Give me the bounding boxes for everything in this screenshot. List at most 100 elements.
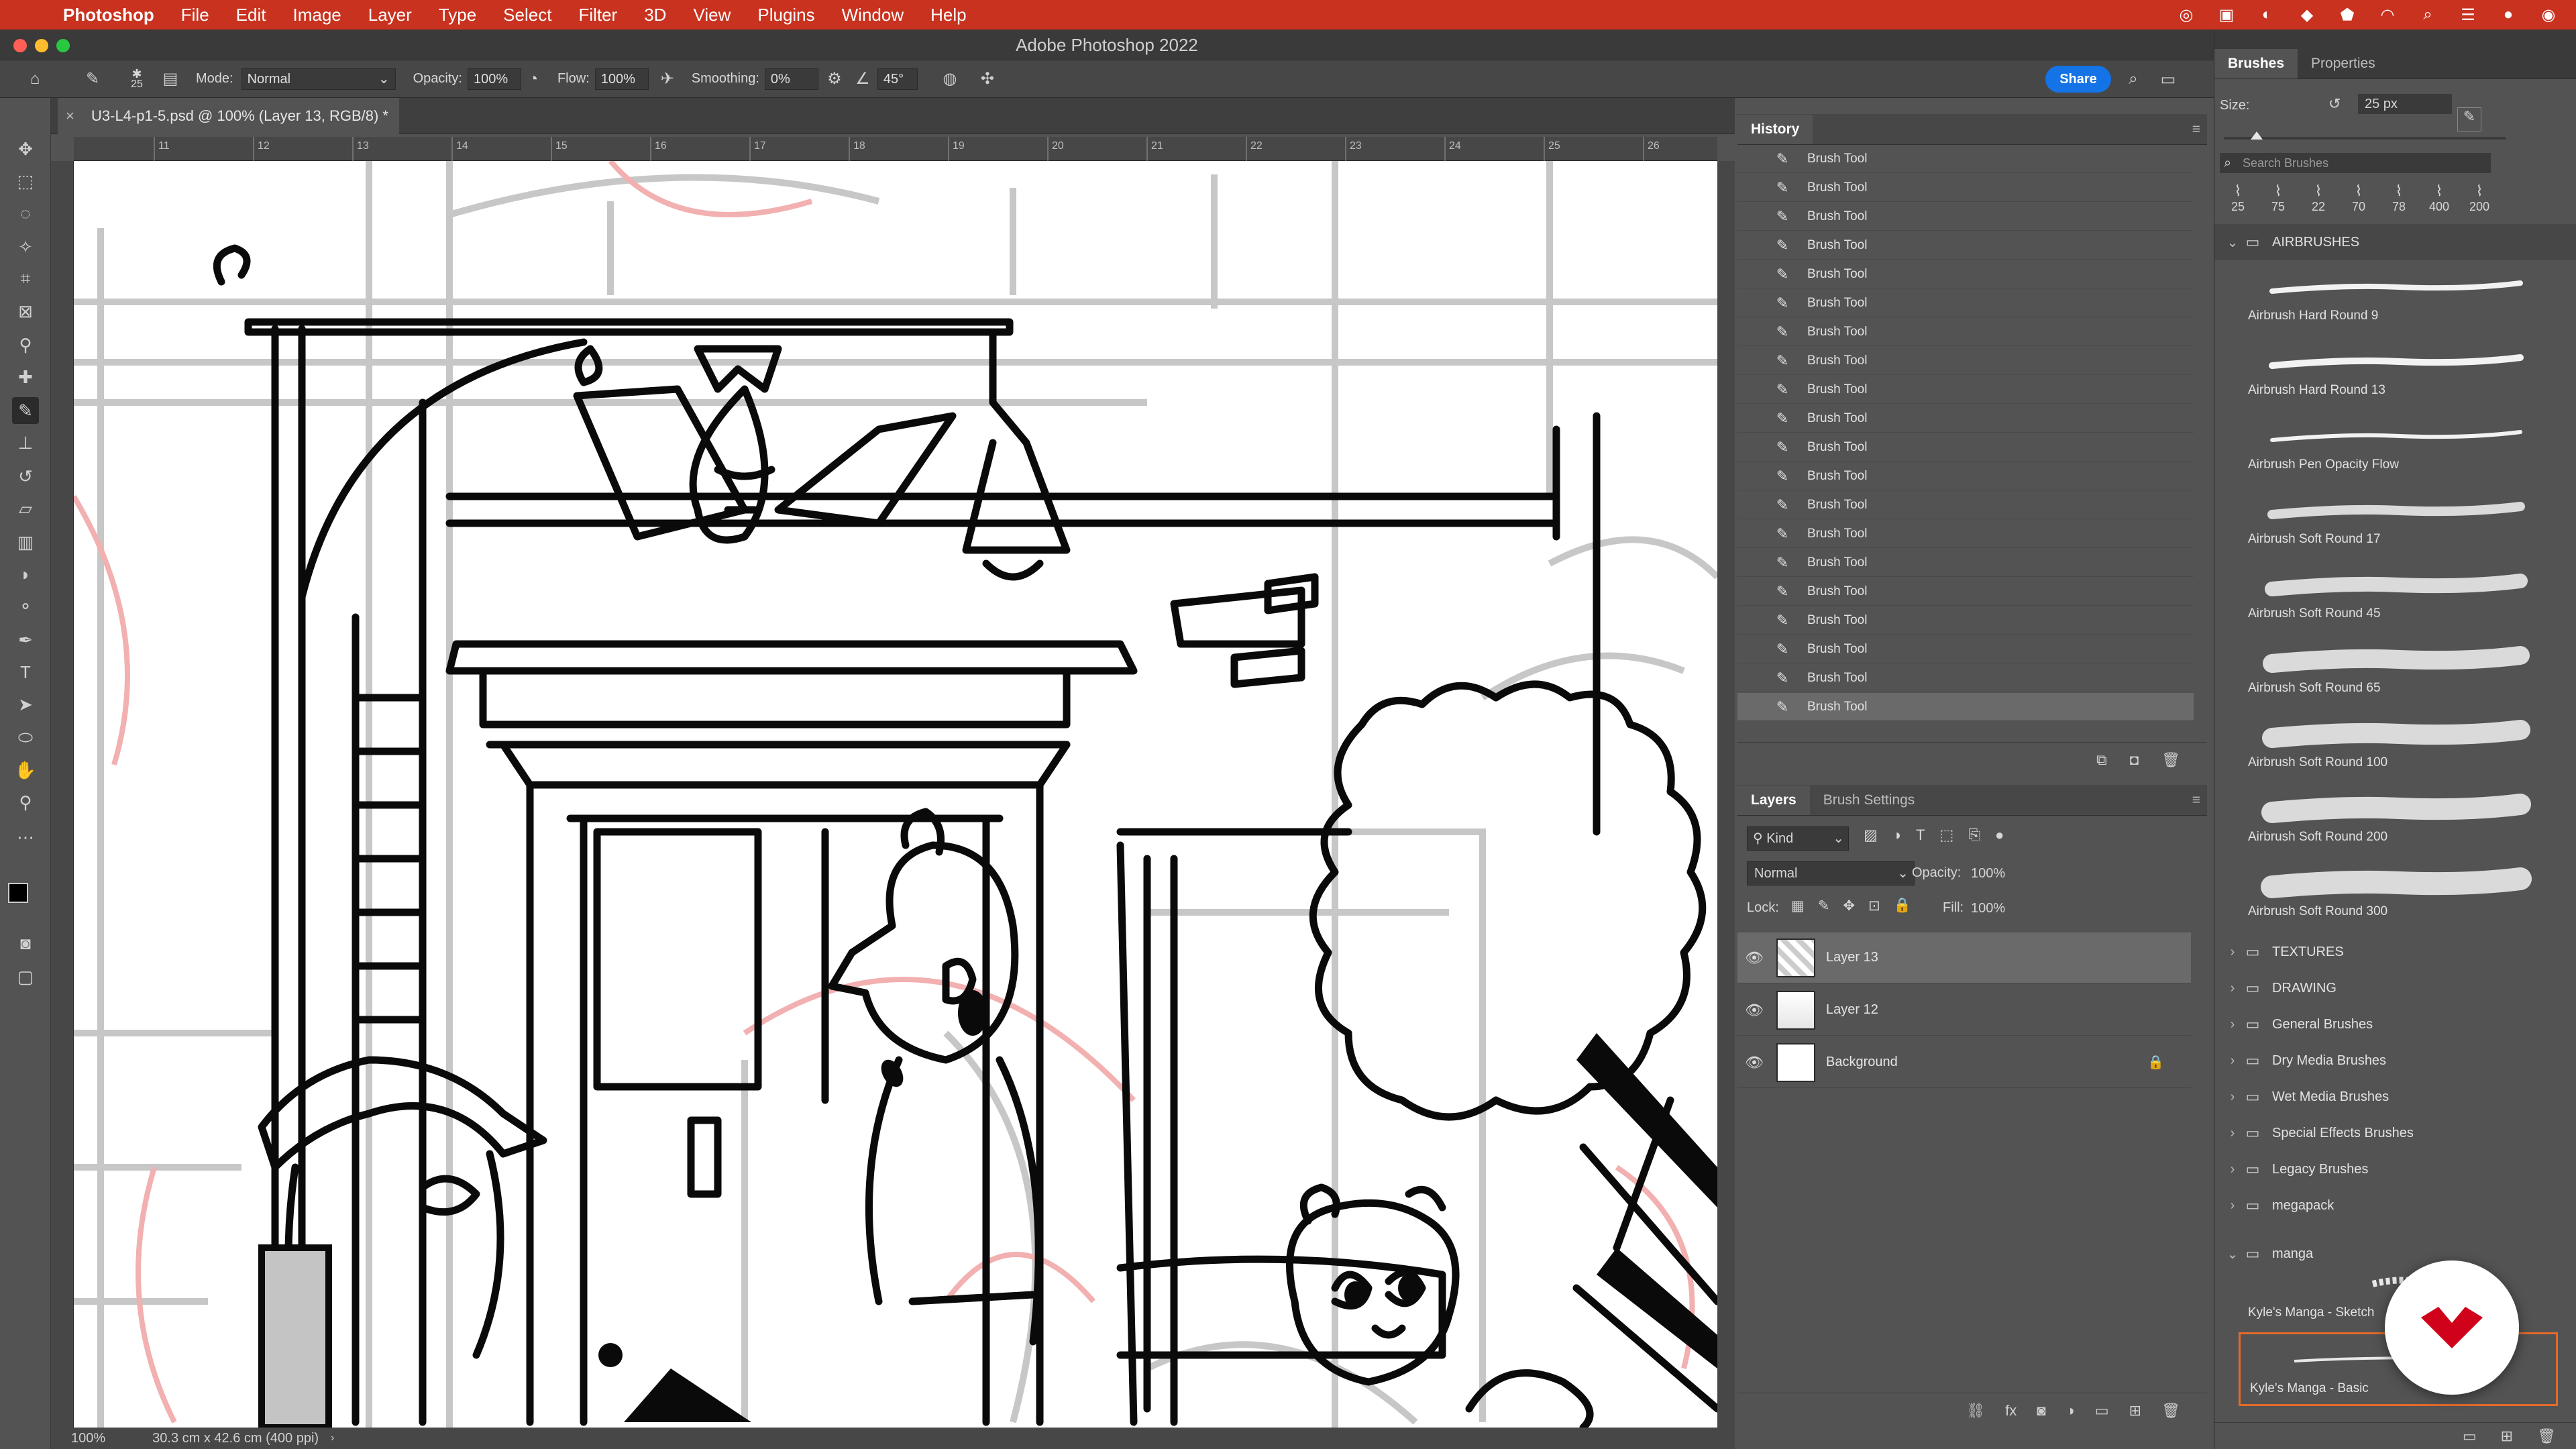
history-item[interactable]: ✎ Brush Tool [1737,520,2194,548]
brush-item[interactable]: Airbrush Soft Round 45 [2239,559,2558,633]
reset-size-icon[interactable]: ↺ [2328,95,2341,113]
brush-folder[interactable]: › ▭ DRAWING [2214,970,2576,1006]
chevron-right-icon[interactable]: › [2222,945,2243,960]
layer-name[interactable]: Layer 12 [1826,1002,1878,1018]
trash-icon[interactable]: 🗑 [2161,751,2180,769]
tab-layers[interactable]: Layers [1737,786,1810,815]
zoom-level[interactable]: 100% [71,1431,105,1446]
brush-folder[interactable]: › ▭ TEXTURES [2214,934,2576,970]
history-item[interactable]: ✎ Brush Tool [1737,347,2194,375]
pressure-opacity-icon[interactable]: ◔ [521,67,545,91]
lasso-tool-icon[interactable]: ◌ [12,200,39,227]
menu-edit[interactable]: Edit [223,0,280,30]
adjustment-filter-icon[interactable]: ◑ [1892,826,1901,844]
brush-item[interactable]: Airbrush Pen Opacity Flow [2239,411,2558,484]
menu-plugins[interactable]: Plugins [744,0,828,30]
brush-folder[interactable]: › ▭ Wet Media Brushes [2214,1079,2576,1115]
history-item[interactable]: ✎ Brush Tool [1737,376,2194,404]
foreground-color-swatch[interactable] [8,883,28,903]
dropbox-icon[interactable]: ◆ [2297,5,2317,25]
slider-handle[interactable] [2251,131,2263,140]
quick-mask-icon[interactable]: ◙ [12,930,39,957]
stamp-tool-icon[interactable]: ⊥ [12,429,39,456]
history-item[interactable]: ✎ Brush Tool [1737,318,2194,346]
eye-icon[interactable]: 👁 [1737,1002,1771,1019]
menu-app[interactable]: Photoshop [50,0,168,30]
type-filter-icon[interactable]: T [1916,826,1925,844]
folder-icon[interactable]: ▭ [2095,1402,2109,1419]
screen-share-icon[interactable]: ▣ [2216,5,2237,25]
camera-icon[interactable]: ◘ [2130,751,2139,769]
shield-icon[interactable]: ⬟ [2337,5,2357,25]
recent-brush-tip[interactable]: ⌇ 22 [2300,182,2337,214]
hand-tool-icon[interactable]: ✋ [12,757,39,784]
smart-object-filter-icon[interactable]: ⎘ [1968,826,1980,844]
brush-folder[interactable]: › ▭ Legacy Brushes [2214,1151,2576,1187]
close-tab-icon[interactable]: × [66,98,74,134]
layer-row[interactable]: 👁 Layer 12 [1737,985,2191,1036]
history-item[interactable]: ✎ Brush Tool [1737,578,2194,606]
gear-icon[interactable]: ⚙ [822,67,847,91]
lock-transparent-icon[interactable]: ▦ [1791,898,1805,914]
history-item[interactable]: ✎ Brush Tool [1737,693,2194,721]
recent-brush-tip[interactable]: ⌇ 200 [2461,182,2498,214]
quick-select-tool-icon[interactable]: ✧ [12,233,39,260]
brush-search-input[interactable]: Search Brushes [2220,153,2491,173]
image-filter-icon[interactable]: ▨ [1864,826,1878,844]
zoom-window-button[interactable] [56,39,70,52]
filter-toggle-icon[interactable]: ● [1995,826,2004,844]
history-item[interactable]: ✎ Brush Tool [1737,462,2194,490]
brush-folder[interactable]: › ▭ Special Effects Brushes [2214,1115,2576,1151]
brush-settings-toggle-icon[interactable]: ▤ [158,67,182,91]
move-tool-icon[interactable]: ✥ [12,136,39,162]
history-item[interactable]: ✎ Brush Tool [1737,260,2194,288]
chevron-down-icon[interactable]: ⌄ [2222,234,2243,251]
smoothing-input[interactable]: 0% [764,68,818,90]
canvas-scrollbar[interactable] [1717,161,1735,1428]
home-icon[interactable]: ⌂ [23,67,47,91]
zoom-tool-icon[interactable]: ⚲ [12,789,39,816]
history-item[interactable]: ✎ Brush Tool [1737,203,2194,231]
chevron-right-icon[interactable]: › [2222,1162,2243,1177]
apple-icon[interactable] [23,0,50,30]
layer-opacity-input[interactable]: 100% [1971,861,2025,885]
healing-tool-icon[interactable]: ✚ [12,364,39,390]
menu-select[interactable]: Select [490,0,565,30]
crop-tool-icon[interactable]: ⌗ [12,266,39,292]
share-button[interactable]: Share [2045,66,2111,93]
search-icon[interactable]: ⌕ [2121,67,2145,91]
layer-row[interactable]: 👁 Background 🔒 [1737,1037,2191,1088]
menu-type[interactable]: Type [425,0,490,30]
brush-folder[interactable]: › ▭ General Brushes [2214,1006,2576,1042]
shape-filter-icon[interactable]: ⬚ [1940,826,1954,844]
brush-tool-preset-icon[interactable]: ✎ [80,67,105,91]
fill-input[interactable]: 100% [1971,896,2025,920]
brush-item[interactable]: Airbrush Soft Round 300 [2239,857,2558,931]
menu-3d[interactable]: 3D [631,0,680,30]
eyedropper-tool-icon[interactable]: ⚲ [12,331,39,358]
link-layers-icon[interactable]: ⛓ [1966,1402,1985,1419]
symmetry-icon[interactable]: ✣ [975,67,1000,91]
layer-filter-select[interactable]: ⚲ Kind ⌄ [1747,826,1849,851]
new-brush-icon[interactable]: ✎ [2457,107,2481,131]
notification-icon[interactable]: ◉ [2538,5,2559,25]
angle-input[interactable]: 45° [877,68,918,90]
menu-window[interactable]: Window [828,0,917,30]
add-mask-icon[interactable]: ◙ [2037,1402,2045,1419]
airbrush-icon[interactable]: ✈ [655,67,680,91]
pressure-size-icon[interactable]: ◍ [938,67,962,91]
status-chevron-icon[interactable]: › [331,1432,334,1444]
history-brush-tool-icon[interactable]: ↺ [12,463,39,490]
brush-item[interactable]: Airbrush Soft Round 65 [2239,634,2558,708]
chevron-right-icon[interactable]: › [2222,981,2243,996]
brush-item[interactable]: Airbrush Soft Round 100 [2239,708,2558,782]
panel-menu-icon[interactable]: ≡ [2192,786,2200,815]
trash-icon[interactable]: 🗑 [2161,1402,2180,1419]
fx-icon[interactable]: fx [2005,1402,2017,1419]
lock-position-icon[interactable]: ✥ [1843,898,1855,914]
search-icon[interactable]: ⌕ [2418,5,2438,25]
history-item[interactable]: ✎ Brush Tool [1737,433,2194,462]
close-window-button[interactable] [13,39,27,52]
tab-brushes[interactable]: Brushes [2214,49,2298,78]
trash-icon[interactable]: 🗑 [2537,1428,2556,1445]
